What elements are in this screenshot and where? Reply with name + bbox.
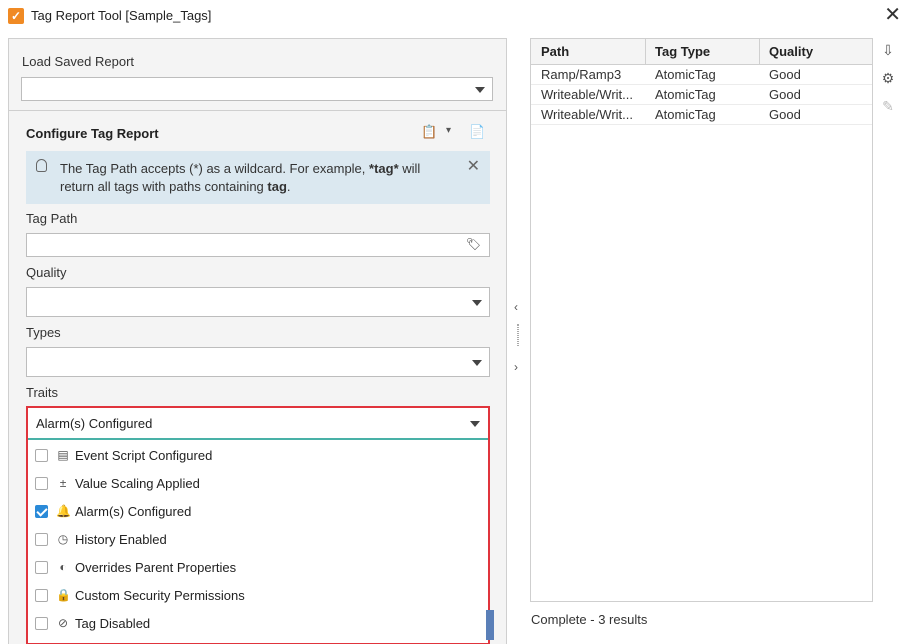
run-report-button[interactable] — [486, 610, 494, 640]
trait-option[interactable]: ◷ History Enabled — [28, 526, 488, 554]
load-saved-report-section: Load Saved Report — [9, 39, 506, 111]
quality-select[interactable] — [26, 287, 490, 317]
tag-icon[interactable]: 🏷 — [466, 237, 481, 251]
trait-option[interactable]: ⊘ Tag Disabled — [28, 610, 488, 638]
info-banner: The Tag Path accepts (*) as a wildcard. … — [26, 151, 490, 204]
checkbox[interactable] — [35, 561, 48, 574]
results-table: Path Tag Type Quality Ramp/Ramp3 AtomicT… — [530, 38, 873, 602]
trait-option[interactable]: 🔔 Alarm(s) Configured — [28, 498, 488, 526]
checkbox[interactable] — [35, 533, 48, 546]
types-label: Types — [26, 325, 61, 340]
types-select[interactable] — [26, 347, 490, 377]
title-bar: ✓ Tag Report Tool [Sample_Tags] ✕ — [0, 0, 911, 32]
configure-title: Configure Tag Report — [26, 126, 159, 141]
disabled-icon: ⊘ — [57, 616, 69, 630]
chevron-down-icon — [475, 87, 485, 93]
table-header: Path Tag Type Quality — [531, 39, 872, 65]
table-row[interactable]: Writeable/Writ... AtomicTag Good — [531, 85, 872, 105]
script-icon: ▤ — [57, 448, 69, 462]
info-text: The Tag Path accepts (*) as a wildcard. … — [60, 161, 421, 194]
checkbox[interactable] — [35, 589, 48, 602]
checkbox[interactable] — [35, 477, 48, 490]
chevron-down-icon — [470, 421, 480, 427]
configure-section: Configure Tag Report 📋 ▾ 📄 The Tag Path … — [9, 115, 506, 644]
chevron-down-icon[interactable]: ▾ — [446, 125, 451, 136]
traits-select[interactable]: Alarm(s) Configured — [28, 408, 488, 440]
dismiss-icon[interactable]: ✕ — [467, 156, 480, 176]
column-divider[interactable] — [645, 39, 646, 65]
chevron-down-icon — [472, 300, 482, 306]
column-header-tag-type[interactable]: Tag Type — [655, 44, 710, 59]
status-text: Complete - 3 results — [531, 612, 648, 627]
quality-label: Quality — [26, 265, 67, 280]
splitter[interactable]: ‹ › — [508, 38, 528, 644]
checkbox[interactable] — [35, 617, 48, 630]
table-row[interactable]: Writeable/Writ... AtomicTag Good — [531, 105, 872, 125]
export-icon[interactable]: ⇩ — [878, 42, 898, 62]
trait-option[interactable]: ± Value Scaling Applied — [28, 470, 488, 498]
tag-path-input[interactable]: 🏷 — [26, 233, 490, 257]
close-icon[interactable]: ✕ — [884, 5, 901, 25]
clipboard-add-icon[interactable]: 📋 — [421, 124, 437, 140]
trait-option[interactable]: 🔒 Custom Security Permissions — [28, 582, 488, 610]
clipboard-icon[interactable]: 📄 — [469, 124, 485, 140]
scaling-icon: ± — [59, 476, 67, 490]
drag-handle[interactable] — [517, 324, 519, 346]
traits-dropdown[interactable]: Alarm(s) Configured ▤ Event Script Confi… — [26, 406, 490, 644]
lightbulb-icon — [36, 159, 47, 172]
bell-icon: 🔔 — [56, 504, 71, 518]
traits-selected-value: Alarm(s) Configured — [36, 416, 153, 431]
column-divider[interactable] — [759, 39, 760, 65]
traits-label: Traits — [26, 385, 59, 400]
pencil-icon[interactable]: ✎ — [878, 98, 898, 118]
checkbox-checked[interactable] — [35, 505, 48, 518]
column-header-path[interactable]: Path — [541, 44, 569, 59]
lock-icon: 🔒 — [56, 588, 71, 602]
override-icon: ◐ — [59, 560, 67, 574]
checkbox[interactable] — [35, 449, 48, 462]
trait-option[interactable]: ▤ Event Script Configured — [28, 442, 488, 470]
left-panel: Load Saved Report Configure Tag Report 📋… — [8, 38, 507, 644]
chevron-left-icon[interactable]: ‹ — [514, 300, 518, 314]
table-row[interactable]: Ramp/Ramp3 AtomicTag Good — [531, 65, 872, 85]
chevron-right-icon[interactable]: › — [514, 360, 518, 374]
clock-icon: ◷ — [57, 532, 69, 546]
trait-option[interactable]: ◐ Overrides Parent Properties — [28, 554, 488, 582]
chevron-down-icon — [472, 360, 482, 366]
load-saved-report-select[interactable] — [21, 77, 493, 101]
gear-icon[interactable]: ⚙ — [878, 70, 898, 90]
window-title: Tag Report Tool [Sample_Tags] — [31, 8, 212, 23]
column-header-quality[interactable]: Quality — [769, 44, 813, 59]
app-icon: ✓ — [8, 8, 24, 24]
tag-path-label: Tag Path — [26, 211, 78, 226]
load-saved-report-label: Load Saved Report — [22, 54, 135, 69]
